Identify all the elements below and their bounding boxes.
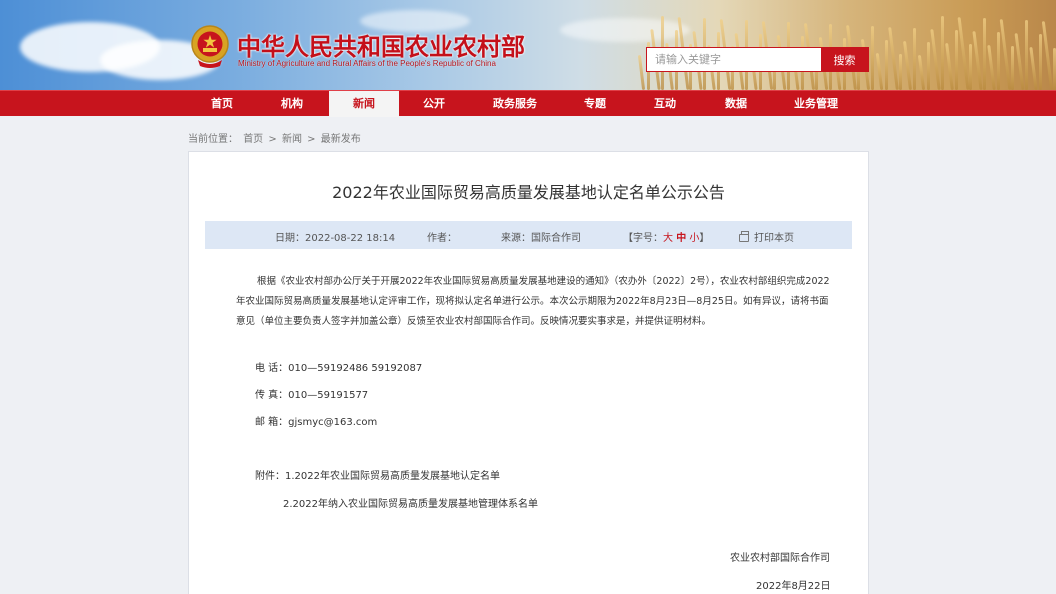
- nav-item-government-services[interactable]: 政务服务: [479, 91, 551, 117]
- breadcrumb-item-news[interactable]: 新闻: [282, 134, 302, 145]
- print-page-button[interactable]: 打印本页: [739, 229, 794, 244]
- banner-cloud: [560, 18, 690, 42]
- attachment-1[interactable]: 附件：1.2022年农业国际贸易高质量发展基地认定名单: [255, 467, 500, 482]
- wheat-stalk-decoration: [1029, 46, 1038, 90]
- wheat-stalk-decoration: [871, 26, 874, 90]
- article-title: 2022年农业国际贸易高质量发展基地认定名单公示公告: [332, 183, 725, 202]
- nav-item-organization[interactable]: 机构: [258, 91, 326, 117]
- wheat-stalk-decoration: [1011, 46, 1014, 90]
- attachment-2[interactable]: 2.2022年纳入农业国际贸易高质量发展基地管理体系名单: [283, 495, 538, 510]
- article-source: 来源：国际合作司: [501, 233, 581, 244]
- site-subtitle: Ministry of Agriculture and Rural Affair…: [238, 59, 496, 68]
- wheat-stalk-decoration: [875, 52, 884, 90]
- article-meta-bar: 日期：2022-08-22 18:14 作者： 来源：国际合作司 【字号：大 中…: [205, 221, 852, 249]
- wheat-stalk-decoration: [1025, 20, 1028, 90]
- site-title[interactable]: 中华人民共和国农业农村部: [237, 27, 525, 62]
- wheat-stalk-decoration: [972, 31, 983, 90]
- nav-item-business-management[interactable]: 业务管理: [780, 91, 852, 117]
- wheat-stalk-decoration: [888, 27, 899, 90]
- wheat-stalk-decoration: [1039, 34, 1042, 90]
- breadcrumb-separator: >: [307, 134, 316, 145]
- font-size-control: 【字号：大 中 小】: [623, 229, 709, 244]
- nav-item-public[interactable]: 公开: [400, 91, 468, 117]
- article-date: 日期：2022-08-22 18:14: [275, 233, 396, 244]
- nav-item-news[interactable]: 新闻: [329, 91, 399, 117]
- wheat-stalk-decoration: [637, 54, 646, 90]
- search-box: 搜索: [646, 47, 869, 72]
- contact-phone: 电 话：010—59192486 59192087: [255, 363, 423, 374]
- wheat-stalk-decoration: [927, 42, 930, 90]
- font-size-label: 【字号：: [623, 233, 663, 244]
- font-size-big[interactable]: 大: [663, 233, 673, 244]
- signature-date: 2022年8月22日: [756, 581, 831, 592]
- wheat-stalk-decoration: [885, 40, 888, 90]
- wheat-stalk-decoration: [997, 32, 1000, 90]
- wheat-stalk-decoration: [913, 28, 916, 90]
- wheat-stalk-decoration: [903, 40, 912, 90]
- font-size-medium[interactable]: 中: [676, 233, 686, 244]
- font-size-close: 】: [699, 233, 710, 244]
- search-button[interactable]: 搜索: [821, 48, 868, 71]
- article-content: 根据《农业农村部办公厅关于开展2022年农业国际贸易高质量发展基地建设的通知》（…: [236, 272, 836, 332]
- wheat-stalk-decoration: [1041, 21, 1054, 90]
- main-nav: 首页 机构 新闻 公开 政务服务 专题 互动 数据 业务管理: [0, 90, 1056, 117]
- breadcrumb-prefix: 当前位置：: [188, 134, 238, 145]
- breadcrumb-item-latest[interactable]: 最新发布: [321, 134, 361, 145]
- breadcrumb-separator: >: [268, 134, 277, 145]
- printer-icon: [739, 231, 749, 242]
- nav-item-interaction[interactable]: 互动: [631, 91, 699, 117]
- wheat-stalk-decoration: [957, 17, 970, 90]
- wheat-stalk-decoration: [1014, 33, 1025, 90]
- signature-organization: 农业农村部国际合作司: [730, 553, 830, 564]
- article-panel: 2022年农业国际贸易高质量发展基地认定名单公示公告 日期：2022-08-22…: [188, 151, 869, 594]
- wheat-stalk-decoration: [930, 29, 941, 90]
- article-author: 作者：: [427, 233, 457, 244]
- site-header: 中华人民共和国农业农村部 Ministry of Agriculture and…: [0, 0, 1056, 90]
- print-page-label: 打印本页: [754, 233, 794, 244]
- wheat-stalk-decoration: [969, 44, 972, 90]
- national-emblem-icon: [191, 25, 229, 68]
- wheat-stalk-decoration: [983, 18, 986, 90]
- wheat-stalk-decoration: [955, 30, 958, 90]
- search-input[interactable]: [647, 48, 821, 71]
- wheat-stalk-decoration: [941, 16, 944, 90]
- wheat-stalk-decoration: [987, 44, 996, 90]
- wheat-stalk-decoration: [899, 54, 902, 90]
- wheat-stalk-decoration: [945, 42, 954, 90]
- wheat-stalk-decoration: [999, 19, 1012, 90]
- breadcrumb: 当前位置： 首页 > 新闻 > 最新发布: [188, 130, 363, 145]
- nav-item-topics[interactable]: 专题: [561, 91, 629, 117]
- breadcrumb-item-home[interactable]: 首页: [243, 134, 263, 145]
- nav-item-home[interactable]: 首页: [188, 91, 256, 117]
- contact-fax: 传 真：010—59191577: [255, 390, 369, 401]
- article-paragraph: 根据《农业农村部办公厅关于开展2022年农业国际贸易高质量发展基地建设的通知》（…: [236, 276, 830, 327]
- contact-email: 邮 箱：gjsmyc@163.com: [255, 417, 378, 428]
- wheat-stalk-decoration: [917, 54, 926, 90]
- nav-item-data[interactable]: 数据: [702, 91, 770, 117]
- font-size-small[interactable]: 小: [689, 233, 699, 244]
